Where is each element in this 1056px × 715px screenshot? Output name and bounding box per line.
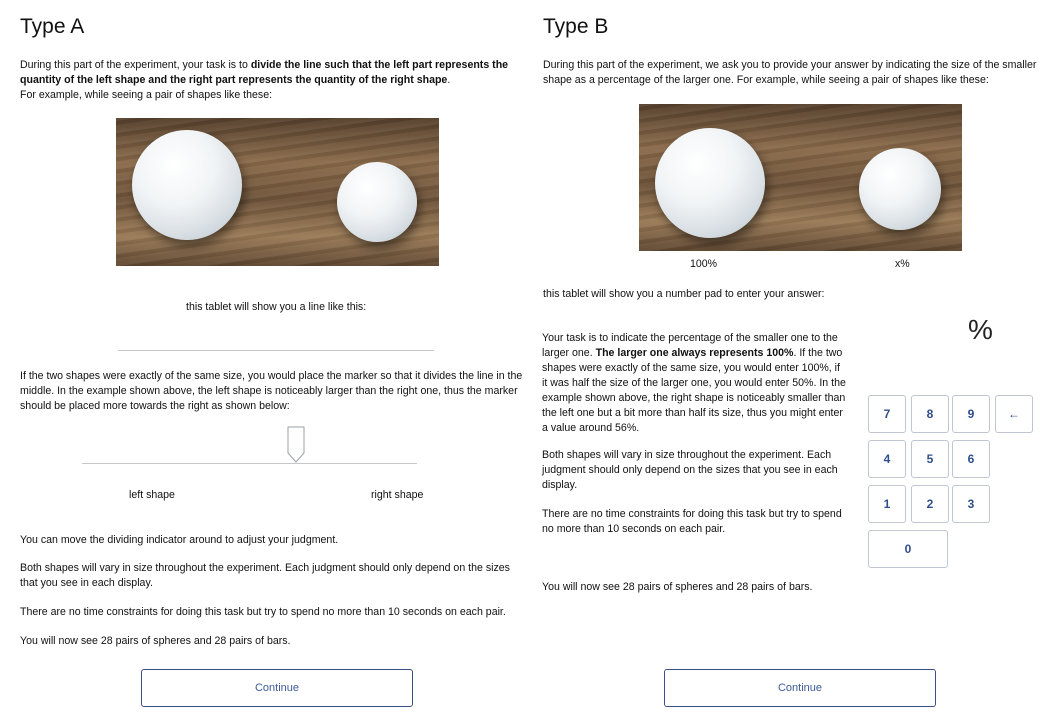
key-7[interactable]: 7	[868, 395, 906, 433]
percent-symbol: %	[968, 314, 993, 345]
key-6[interactable]: 6	[952, 440, 990, 478]
type-b-task-text: Your task is to indicate the percentage …	[542, 332, 846, 434]
key-4[interactable]: 4	[868, 440, 906, 478]
divider-line	[82, 463, 417, 464]
example-line	[118, 350, 434, 351]
type-b-time-text: There are no time constraints for doing …	[542, 508, 842, 535]
small-sphere	[337, 162, 417, 242]
type-b-panel: Type B During this part of the experimen…	[528, 0, 1056, 715]
type-b-continue-button[interactable]: Continue	[664, 669, 936, 707]
type-b-task-bold: The larger one always represents 100%	[595, 347, 794, 359]
large-sphere-b	[655, 128, 765, 238]
type-a-panel: Type A During this part of the experimen…	[0, 0, 528, 715]
type-b-intro: During this part of the experiment, we a…	[543, 59, 1037, 86]
type-a-explanation: If the two shapes were exactly of the sa…	[20, 370, 523, 412]
large-sphere	[132, 130, 242, 240]
type-b-title: Type B	[543, 15, 609, 38]
type-a-continue-button[interactable]: Continue	[141, 669, 413, 707]
key-5[interactable]: 5	[911, 440, 949, 478]
type-a-title: Type A	[20, 15, 85, 38]
small-sphere-b	[859, 148, 941, 230]
example-spheres-photo	[116, 118, 439, 266]
right-shape-label: right shape	[371, 489, 424, 501]
backspace-key[interactable]: ←	[995, 395, 1033, 433]
label-x-percent: x%	[895, 258, 910, 270]
type-a-time-text: There are no time constraints for doing …	[20, 606, 506, 618]
label-100-percent: 100%	[690, 258, 718, 270]
key-9[interactable]: 9	[952, 395, 990, 433]
type-a-move-text: You can move the dividing indicator arou…	[20, 534, 339, 546]
key-0[interactable]: 0	[868, 530, 948, 568]
left-shape-label: left shape	[129, 489, 175, 501]
type-b-pairs-text: You will now see 28 pairs of spheres and…	[542, 581, 813, 593]
key-3[interactable]: 3	[952, 485, 990, 523]
key-1[interactable]: 1	[868, 485, 906, 523]
key-8[interactable]: 8	[911, 395, 949, 433]
key-2[interactable]: 2	[911, 485, 949, 523]
type-b-vary-text: Both shapes will vary in size throughout…	[542, 449, 838, 491]
type-a-pairs-text: You will now see 28 pairs of spheres and…	[20, 635, 291, 647]
tablet-line-caption: this tablet will show you a line like th…	[186, 301, 367, 313]
tablet-pad-caption: this tablet will show you a number pad t…	[543, 288, 825, 300]
divider-marker-handle[interactable]	[287, 426, 305, 464]
type-a-intro: During this part of the experiment, your…	[20, 59, 509, 101]
type-a-vary-text: Both shapes will vary in size throughout…	[20, 562, 510, 589]
example-spheres-photo-b	[639, 104, 962, 251]
